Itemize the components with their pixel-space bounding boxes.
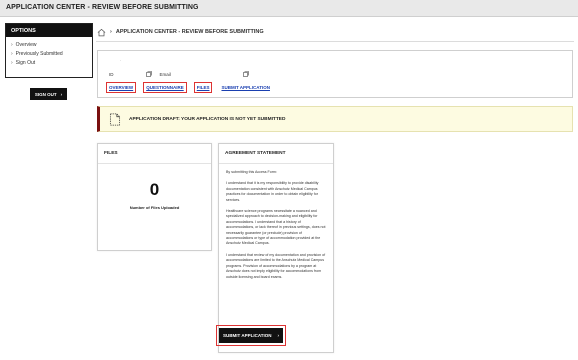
- tab-files[interactable]: FILES: [193, 82, 213, 93]
- sidebar-item-label: Sign Out: [15, 59, 36, 66]
- chevron-right-icon: ›: [60, 91, 63, 97]
- sidebar-item-sign-out[interactable]: › Sign Out: [6, 58, 92, 67]
- document-icon: [109, 113, 121, 126]
- copy-icon[interactable]: [145, 71, 152, 77]
- files-card-title: FILES: [98, 144, 211, 164]
- submit-application-label: SUBMIT APPLICATION: [223, 333, 272, 338]
- home-icon[interactable]: [97, 28, 106, 37]
- chevron-right-icon: ›: [277, 333, 280, 338]
- agreement-paragraph: Healthcare science programs necessitate …: [226, 209, 326, 246]
- id-label: ID: [109, 71, 114, 77]
- tab-submit-application[interactable]: SUBMIT APPLICATION: [219, 83, 272, 92]
- agreement-card-title: AGREEMENT STATEMENT: [219, 144, 333, 164]
- app-title: APPLICATION CENTER - REVIEW BEFORE SUBMI…: [6, 4, 199, 11]
- email-label: Email: [159, 71, 171, 77]
- agreement-card: AGREEMENT STATEMENT By submitting this A…: [218, 143, 334, 353]
- draft-status-banner: APPLICATION DRAFT: YOUR APPLICATION IS N…: [97, 106, 573, 132]
- options-heading: OPTIONS: [6, 24, 92, 37]
- chevron-right-icon: ›: [110, 29, 112, 35]
- agreement-paragraph: I understand that it is my responsibilit…: [226, 181, 319, 202]
- files-count: 0: [149, 180, 160, 199]
- submit-highlight: SUBMIT APPLICATION ›: [216, 325, 286, 346]
- agreement-paragraph: I understand that review of my documenta…: [226, 252, 326, 279]
- files-count-caption: Number of Files Uploaded: [129, 205, 180, 210]
- divider: [96, 41, 574, 42]
- placeholder-dot: ·: [120, 58, 122, 63]
- submit-application-button[interactable]: SUBMIT APPLICATION ›: [219, 328, 283, 343]
- sign-out-label: SIGN OUT: [34, 91, 57, 97]
- sign-out-button[interactable]: SIGN OUT ›: [30, 88, 67, 100]
- breadcrumb-label: APPLICATION CENTER - REVIEW BEFORE SUBMI…: [115, 29, 264, 35]
- chevron-right-icon: ›: [11, 59, 13, 66]
- breadcrumb: › APPLICATION CENTER - REVIEW BEFORE SUB…: [97, 26, 264, 38]
- files-card: FILES 0 Number of Files Uploaded: [97, 143, 212, 251]
- id-email-row: ID Email: [109, 71, 249, 77]
- application-info-panel: · ID Email OVERVIEW QUESTIONNAIRE FILES …: [97, 50, 573, 98]
- copy-icon[interactable]: [242, 71, 249, 77]
- options-panel: OPTIONS › Overview › Previously Submitte…: [5, 23, 93, 78]
- tab-questionnaire[interactable]: QUESTIONNAIRE: [143, 82, 187, 93]
- tab-overview[interactable]: OVERVIEW: [106, 82, 137, 93]
- app-header: APPLICATION CENTER - REVIEW BEFORE SUBMI…: [0, 0, 578, 17]
- application-tabs: OVERVIEW QUESTIONNAIRE FILES SUBMIT APPL…: [106, 82, 272, 93]
- agreement-paragraph: By submitting this Access Form:: [226, 170, 277, 174]
- draft-status-message: APPLICATION DRAFT: YOUR APPLICATION IS N…: [129, 117, 286, 122]
